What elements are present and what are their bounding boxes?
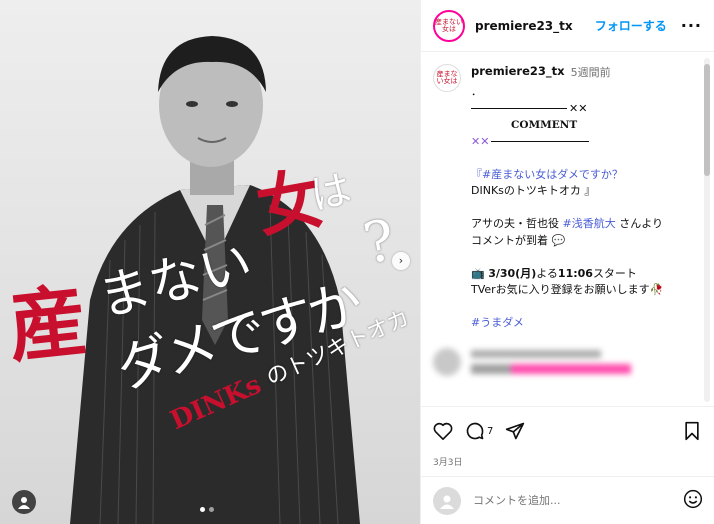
caption-role-prefix: アサの夫・哲也役 <box>471 217 563 230</box>
post-panel: 産まない女は premiere23_tx フォローする ··· 産まない女は p… <box>420 0 714 524</box>
caption-blank <box>471 249 699 266</box>
carousel-dots <box>200 507 214 512</box>
heart-icon <box>433 422 453 440</box>
schedule-suffix: スタート <box>592 266 637 280</box>
caption-role-line: アサの夫・哲也役 #浅香航大 さんより <box>471 216 699 233</box>
tagged-users-button[interactable] <box>12 490 36 514</box>
hashtag-link[interactable]: #うまダメ <box>471 315 699 332</box>
comment-input[interactable] <box>473 494 683 507</box>
deco-rule <box>471 108 567 110</box>
comment-button[interactable]: 7 <box>465 421 493 441</box>
schedule-time: 11:06 <box>557 266 593 280</box>
caption-username[interactable]: premiere23_tx <box>471 64 565 78</box>
paper-plane-icon <box>506 422 525 440</box>
caption-deco-bottom: ✕✕ <box>471 134 699 151</box>
schedule-date: 3/30(月) <box>488 266 537 280</box>
caption-role-suffix: さんより <box>615 217 663 230</box>
caption-comment-title: COMMENT <box>511 119 578 131</box>
caption-avatar-logo-text: 産まない女は <box>436 70 458 85</box>
emoji-button[interactable] <box>683 489 703 513</box>
chevron-right-icon: › <box>398 254 404 267</box>
smiley-icon <box>683 489 703 508</box>
comment-bubble-icon <box>466 422 484 440</box>
avatar-logo-text: 産まない女は <box>435 17 463 33</box>
caption-avatar[interactable]: 産まない女は <box>433 64 461 92</box>
deco-cross-mark: ✕✕ <box>569 101 588 115</box>
follow-button[interactable]: フォローする <box>595 17 667 34</box>
caption-time[interactable]: 5週間前 <box>571 64 611 80</box>
scrollbar-thumb[interactable] <box>704 64 710 176</box>
profile-avatar[interactable]: 産まない女は <box>433 9 465 42</box>
save-button[interactable] <box>683 421 701 441</box>
add-comment-bar <box>421 476 714 524</box>
carousel-next-button[interactable]: › <box>392 252 410 270</box>
deco-cross-mark: ✕✕ <box>471 134 490 148</box>
caption-title-hashtag[interactable]: 『#産まない女はダメですか？ <box>471 167 699 184</box>
carousel-dot <box>209 507 214 512</box>
caption-tver-line: TVerお気に入り登録をお願いします🥀 <box>471 283 664 296</box>
title-san: 産 <box>4 275 92 374</box>
caption-blank <box>471 200 699 217</box>
blurred-comment <box>433 347 699 376</box>
caption-text: ． ✕✕ COMMENT ✕✕ 『#産まない女はダメですか？ DINKsのトツキ… <box>471 84 699 332</box>
commenter-avatar <box>433 347 461 376</box>
carousel-dot-active <box>200 507 205 512</box>
more-options-icon[interactable]: ··· <box>681 16 702 35</box>
caption-schedule-line: 📺 3/30(月)よる11:06スタート <box>471 266 699 283</box>
user-icon <box>18 497 30 509</box>
caption-deco-top: ✕✕ <box>471 101 699 118</box>
current-user-avatar <box>433 486 461 515</box>
share-button[interactable] <box>505 421 525 441</box>
post-date[interactable]: 3月3日 <box>433 455 703 468</box>
caption-line-dot: ． <box>471 85 482 98</box>
post-header: 産まない女は premiere23_tx フォローする ··· <box>421 0 714 52</box>
comment-count: 7 <box>487 425 494 437</box>
deco-rule <box>491 141 590 143</box>
caption-title-line2: DINKsのトツキトオカ 』 <box>471 184 596 197</box>
blurred-comment-text <box>471 349 631 374</box>
bookmark-icon <box>685 421 699 441</box>
schedule-mid: よる <box>536 266 558 280</box>
header-username[interactable]: premiere23_tx <box>475 19 595 33</box>
tv-icon: 📺 <box>471 266 485 280</box>
caption-blank <box>471 150 699 167</box>
user-icon <box>440 495 454 509</box>
comments-area[interactable]: 産まない女は premiere23_tx 5週間前 ． ✕✕ COMMENT ✕… <box>421 52 714 406</box>
actor-hashtag-link[interactable]: #浅香航大 <box>563 217 616 230</box>
post-actions: 7 3月3日 <box>421 406 714 468</box>
comments-scrollbar[interactable] <box>704 58 710 402</box>
caption-blank <box>471 299 699 316</box>
like-button[interactable] <box>433 422 453 440</box>
post-image[interactable]: 産 まない 女 は ? ダメですか DINKs のトツキトオカ › <box>0 0 420 524</box>
caption-comment-arrival: コメントが到着 💬 <box>471 233 566 247</box>
